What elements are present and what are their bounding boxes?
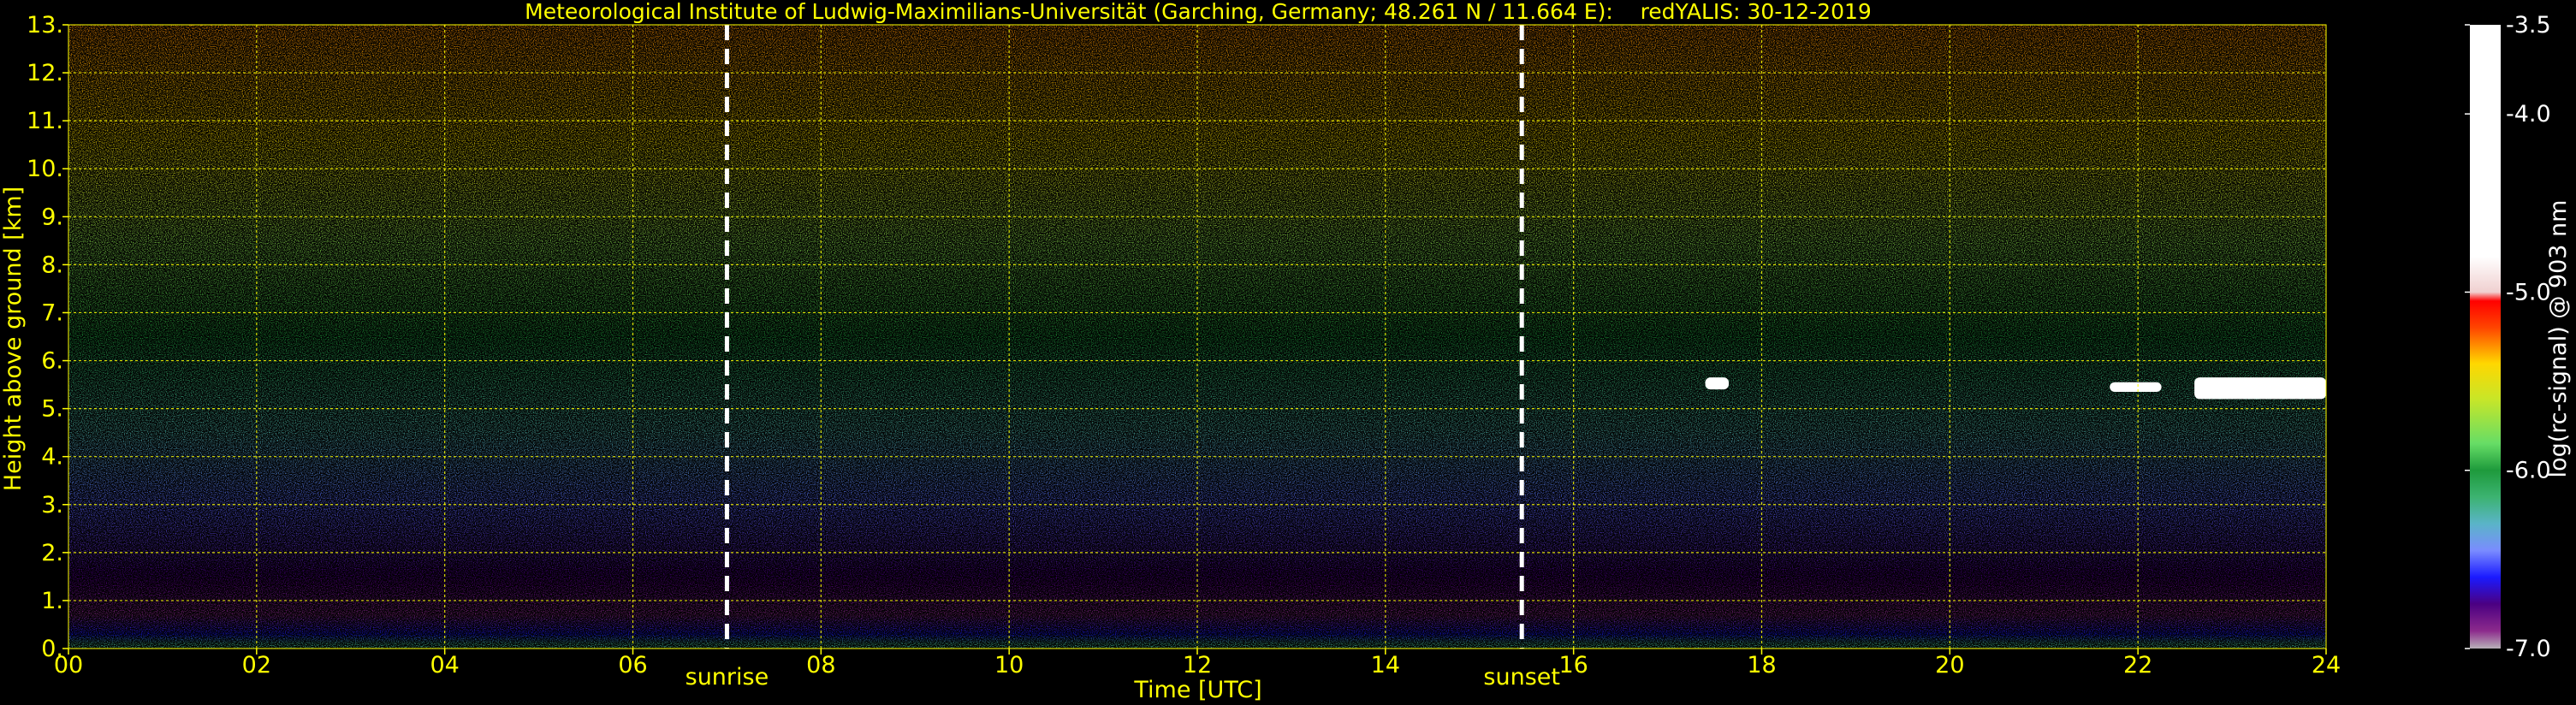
- y-tick-label: 4.: [41, 444, 63, 471]
- colorbar-tick-label: -3.5: [2506, 12, 2551, 39]
- x-axis-ticks: 00 02 04 06 08 10 12 14 16 18 20 22 24: [54, 649, 2341, 678]
- y-tick-label: 10.: [27, 156, 63, 182]
- x-tick-label: 18: [1747, 652, 1776, 678]
- y-tick-label: 6.: [41, 348, 63, 375]
- x-tick-label: 16: [1558, 652, 1588, 678]
- plot-area: sunrise sunset: [68, 24, 2327, 690]
- chart-title: Meteorological Institute of Ludwig-Maxim…: [525, 0, 1872, 24]
- colorbar-tick-label: -6.0: [2506, 458, 2551, 484]
- y-tick-label: 5.: [41, 396, 63, 423]
- event-label-sunrise: sunrise: [686, 664, 769, 690]
- y-tick-label: 1.: [41, 588, 63, 614]
- colorbar-tick-label: -5.0: [2506, 279, 2551, 305]
- x-tick-label: 08: [806, 652, 835, 678]
- x-tick-label: 10: [994, 652, 1024, 678]
- y-tick-label: 9.: [41, 204, 63, 230]
- y-tick-label: 0.: [41, 636, 63, 662]
- x-tick-label: 04: [430, 652, 459, 678]
- y-tick-label: 3.: [41, 492, 63, 518]
- x-tick-label: 02: [242, 652, 271, 678]
- y-tick-label: 7.: [41, 299, 63, 326]
- x-tick-label: 24: [2312, 652, 2341, 678]
- colorbar-label: log(rc-signal) @ 903 nm: [2545, 200, 2572, 478]
- colorbar-scale: [2470, 25, 2501, 649]
- event-label-sunset: sunset: [1483, 664, 1560, 690]
- lidar-backscatter-chart: sunrise sunset 00 02 04 06 08 10 12 14 16 18 20 22 24…: [0, 0, 2572, 703]
- y-tick-label: 12.: [27, 60, 63, 86]
- x-axis-label: Time [UTC]: [1133, 677, 1261, 703]
- y-tick-label: 8.: [41, 252, 63, 278]
- y-tick-label: 13.: [27, 12, 63, 39]
- colorbar: -3.5 -4.0 -5.0 -6.0 -7.0 log(rc-signal) @ 90…: [2465, 12, 2572, 662]
- y-axis-ticks: 0. 1. 2. 3. 4. 5. 6. 7. 8. 9. 10. 11. 12. 13.: [27, 12, 68, 662]
- y-tick-label: 11.: [27, 108, 63, 134]
- colorbar-tick-label: -4.0: [2506, 101, 2551, 127]
- x-tick-label: 20: [1935, 652, 1964, 678]
- cloud-layer: [2110, 382, 2162, 392]
- cloud-layer: [1705, 377, 1730, 390]
- colorbar-tick-label: -7.0: [2506, 636, 2551, 662]
- cloud-layer: [2194, 377, 2326, 400]
- x-tick-label: 14: [1371, 652, 1400, 678]
- x-tick-label: 22: [2123, 652, 2152, 678]
- x-tick-label: 06: [618, 652, 647, 678]
- y-tick-label: 2.: [41, 540, 63, 566]
- y-axis-label: Height above ground [km]: [0, 187, 27, 491]
- x-tick-label: 12: [1183, 652, 1212, 678]
